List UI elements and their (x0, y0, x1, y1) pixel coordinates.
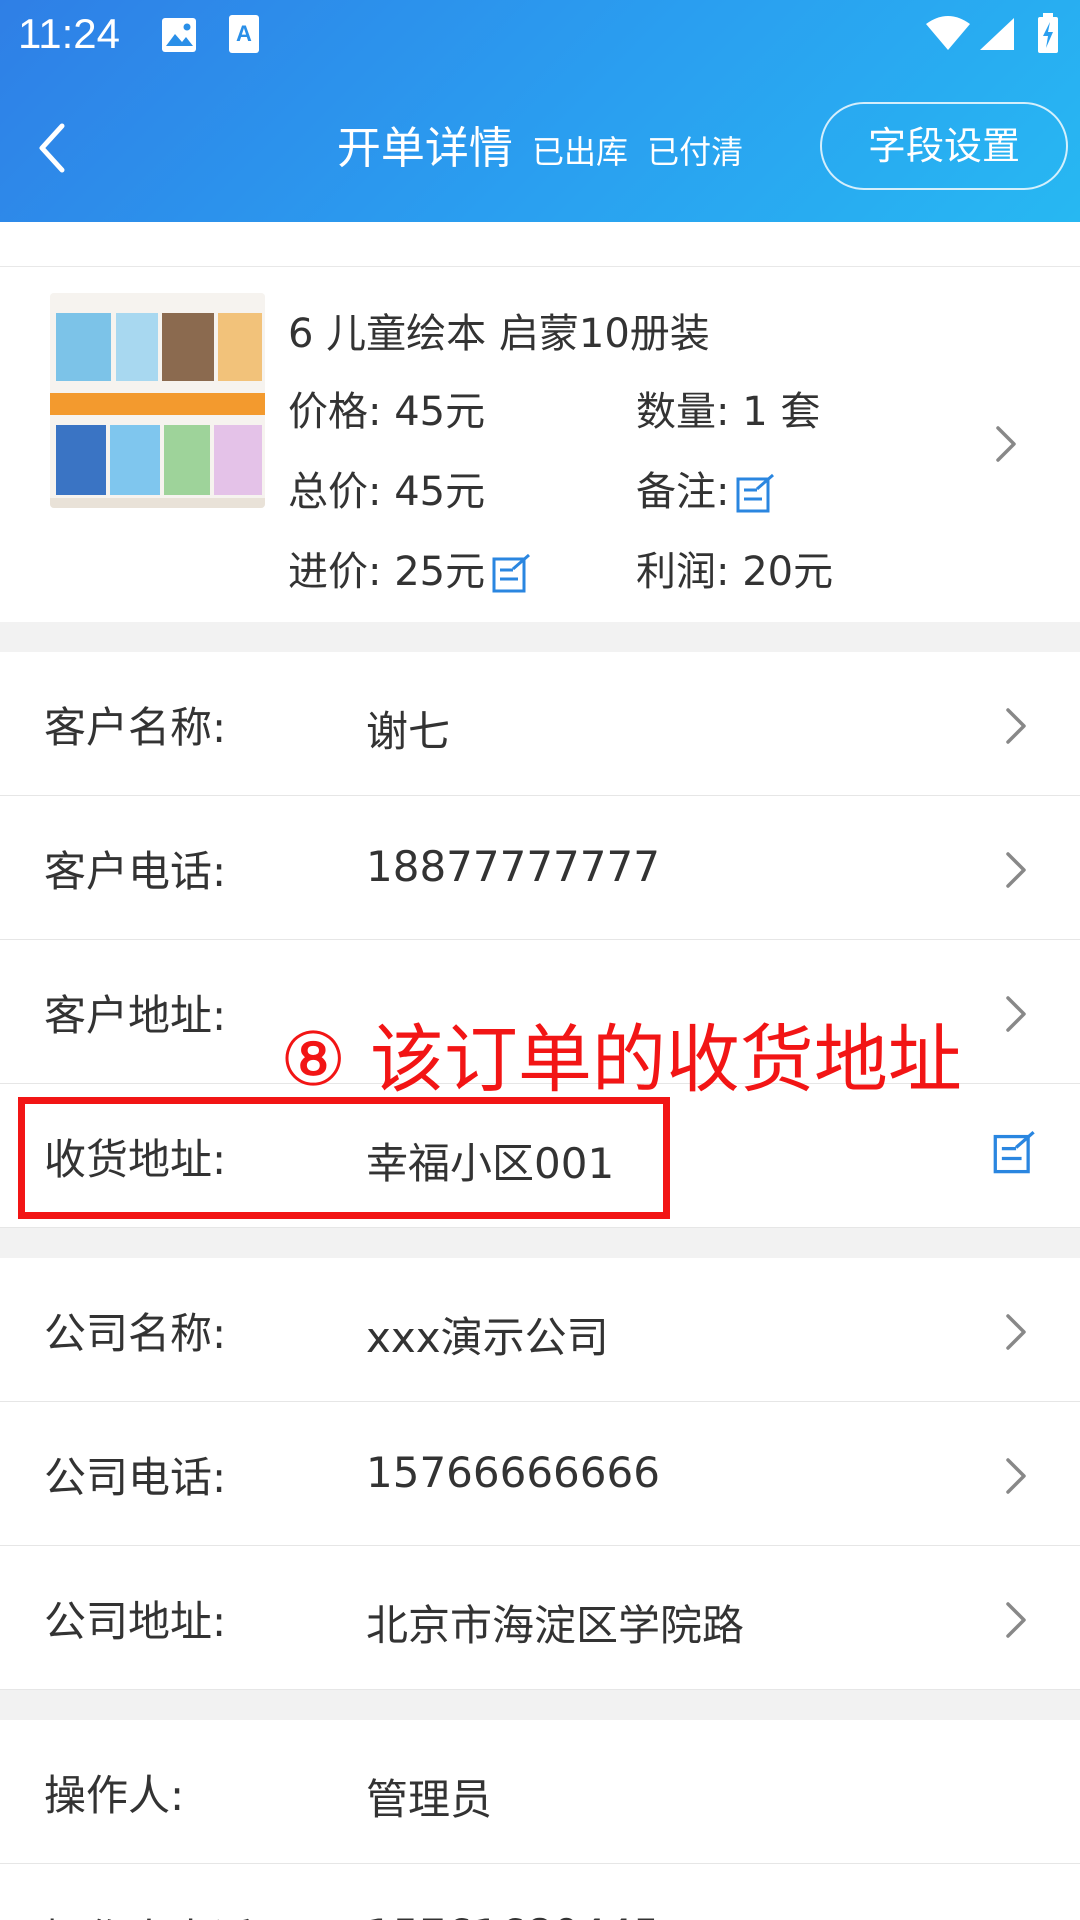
row-company-address[interactable]: 公司地址: 北京市海淀区学院路 (0, 1546, 1080, 1690)
product-thumbnail (50, 293, 265, 508)
row-operator[interactable]: 操作人: 管理员 (0, 1720, 1080, 1864)
row-label: 公司名称: (44, 1309, 227, 1358)
app-a-icon: A (229, 15, 259, 53)
svg-text:A: A (236, 21, 252, 46)
annotation-highlight-box (18, 1097, 670, 1219)
product-cost-group: 进价: 25元 (288, 539, 533, 597)
chevron-right-icon (996, 426, 1016, 462)
row-value: 15761680445 (366, 1910, 660, 1920)
section-gap (0, 1228, 1080, 1258)
row-label: 操作人: (44, 1771, 185, 1820)
row-value: 15766666666 (366, 1448, 660, 1497)
product-remark-group: 备注: (636, 459, 777, 517)
row-operator-phone[interactable]: 操作人电话 15761680445 (0, 1864, 1080, 1920)
row-value: 18877777777 (366, 842, 660, 891)
row-label: 公司电话: (44, 1453, 227, 1502)
remark-edit-icon[interactable] (735, 473, 777, 515)
chevron-right-icon (1006, 1602, 1026, 1638)
row-label: 客户地址: (44, 991, 227, 1040)
row-customer-name[interactable]: 客户名称: 谢七 (0, 652, 1080, 796)
status-time: 11:24 (18, 10, 120, 57)
product-quantity: 数量: 1 套 (636, 389, 821, 435)
page-title: 开单详情 (336, 123, 513, 174)
row-label: 客户名称: (44, 703, 227, 752)
chevron-right-icon (1006, 1314, 1026, 1350)
product-item[interactable]: 6 儿童绘本 启蒙10册装 价格: 45元 数量: 1 套 总价: 45元 备注… (0, 267, 1080, 622)
row-value: 管理员 (366, 1775, 493, 1824)
row-label: 操作人电话 (44, 1906, 254, 1920)
row-value: 谢七 (366, 707, 451, 756)
row-label: 公司地址: (44, 1597, 227, 1646)
status-paid: 已付清 (647, 133, 744, 171)
product-total: 总价: 45元 (288, 469, 486, 515)
product-name: 6 儿童绘本 启蒙10册装 (288, 311, 710, 357)
row-value: xxx演示公司 (366, 1313, 609, 1362)
row-label: 客户电话: (44, 847, 227, 896)
field-settings-button[interactable]: 字段设置 (820, 102, 1068, 190)
row-value: 北京市海淀区学院路 (366, 1601, 745, 1650)
row-company-phone[interactable]: 公司电话: 15766666666 (0, 1402, 1080, 1546)
wifi-icon (926, 16, 970, 50)
chevron-right-icon (1006, 996, 1026, 1032)
product-remark-label: 备注: (636, 469, 730, 515)
product-cost: 进价: 25元 (288, 549, 486, 595)
app-header: 11:24 A 开单详情 已出库 已付清 字段设置 (0, 0, 1080, 222)
screen: 11:24 A 开单详情 已出库 已付清 字段设置 6 儿童绘本 启蒙10册装 … (0, 0, 1080, 1920)
cost-edit-icon[interactable] (491, 553, 533, 595)
section-gap (0, 1690, 1080, 1720)
annotation-text: ⑧ 该订单的收货地址 (280, 1017, 962, 1103)
product-price: 价格: 45元 (288, 389, 486, 435)
shipping-address-edit-icon[interactable] (992, 1130, 1038, 1176)
product-profit: 利润: 20元 (636, 549, 834, 595)
row-company-name[interactable]: 公司名称: xxx演示公司 (0, 1258, 1080, 1402)
status-shipped: 已出库 (531, 133, 628, 171)
battery-icon (1038, 13, 1058, 53)
row-customer-phone[interactable]: 客户电话: 18877777777 (0, 796, 1080, 940)
signal-icon (980, 18, 1014, 50)
chevron-right-icon (1006, 1458, 1026, 1494)
chevron-right-icon (1006, 708, 1026, 744)
gallery-icon (162, 18, 196, 52)
chevron-right-icon (1006, 852, 1026, 888)
previous-item-partial (0, 222, 1080, 267)
section-gap (0, 622, 1080, 652)
